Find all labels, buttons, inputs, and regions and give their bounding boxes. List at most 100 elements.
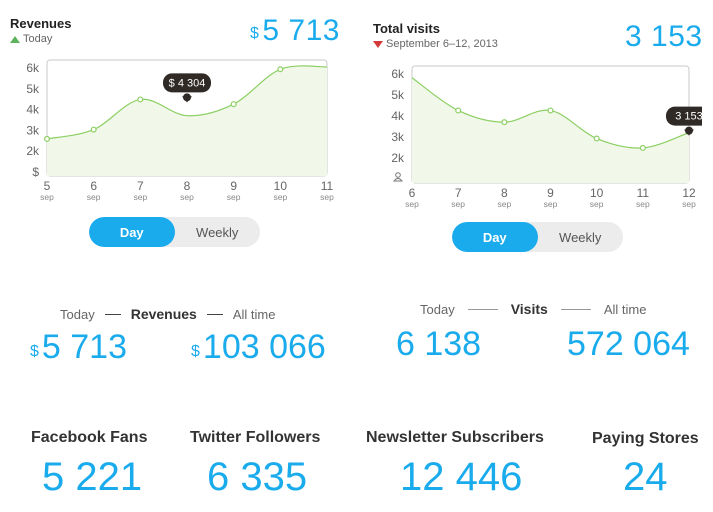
alltime-label: All time — [603, 301, 647, 317]
revenues-period-toggle[interactable]: Day Weekly — [89, 217, 260, 247]
revenues-alltime-number: 103 066 — [202, 328, 326, 366]
x-tick-month: sep — [133, 192, 147, 202]
visits-today-value: 6 138 — [396, 325, 482, 363]
data-point — [137, 96, 144, 103]
revenues-total-value: 5 713 — [262, 14, 340, 47]
revenues-subtitle: Today — [10, 33, 52, 45]
visits-subtitle-text: September 6–12, 2013 — [386, 38, 498, 50]
newsletter-subscribers-value: 12 446 — [400, 455, 523, 499]
x-tick-day: 6 — [409, 186, 416, 200]
data-point — [501, 119, 508, 126]
divider — [560, 308, 591, 310]
tooltip-label: 3 153 — [675, 111, 702, 123]
revenues-today-value: $5 713 — [30, 328, 127, 367]
facebook-fans-label: Facebook Fans — [31, 429, 148, 446]
y-tick-label: 3k — [391, 130, 405, 144]
x-tick-month: sep — [405, 199, 419, 209]
currency-symbol: $ — [250, 25, 260, 42]
alltime-label: All time — [232, 306, 276, 322]
x-tick-month: sep — [180, 192, 194, 202]
data-point — [277, 66, 284, 73]
x-tick-day: 9 — [230, 179, 237, 193]
x-tick-month: sep — [87, 192, 101, 202]
x-tick-day: 8 — [501, 186, 508, 200]
revenues-chart[interactable]: 6k5k4k3k2k$5sep6sep7sep8sep9sep10sep11se… — [0, 52, 340, 212]
newsletter-subscribers-label: Newsletter Subscribers — [366, 429, 544, 446]
data-point — [455, 107, 462, 114]
x-tick-month: sep — [227, 192, 241, 202]
x-tick-day: 9 — [547, 186, 554, 200]
visits-alltime-value: 572 064 — [567, 325, 690, 363]
x-tick-day: 12 — [682, 186, 696, 200]
revenues-alltime-value: $103 066 — [191, 328, 326, 367]
x-tick-day: 6 — [90, 179, 97, 193]
up-arrow-icon — [10, 35, 20, 43]
tooltip-label: $ 4 304 — [169, 77, 206, 89]
y-tick-label: 2k — [391, 151, 405, 165]
currency-symbol: $ — [191, 343, 200, 360]
twitter-followers-value: 6 335 — [207, 455, 308, 499]
revenues-summary-header: Today Revenues All time — [60, 306, 275, 322]
visits-summary-title: Visits — [510, 301, 548, 317]
revenues-title: Revenues — [10, 16, 72, 31]
y-tick-label: 4k — [26, 103, 40, 117]
day-toggle-button[interactable]: Day — [452, 222, 538, 252]
divider — [206, 313, 223, 315]
visits-summary-header: Today Visits All time — [420, 301, 646, 317]
x-tick-day: 7 — [137, 179, 144, 193]
person-icon-body — [392, 178, 404, 182]
data-point — [43, 135, 50, 142]
y-tick-label: 5k — [26, 82, 40, 96]
revenues-today-number: 5 713 — [41, 328, 127, 366]
person-icon-head — [395, 172, 401, 178]
x-tick-day: 11 — [637, 186, 650, 200]
revenues-summary-title: Revenues — [130, 306, 197, 322]
y-tick-label: 4k — [391, 109, 405, 123]
facebook-fans-value: 5 221 — [42, 455, 143, 499]
revenues-total: $5 713 — [250, 14, 340, 48]
visits-period-toggle[interactable]: Day Weekly — [452, 222, 623, 252]
y-tick-label: 5k — [391, 88, 405, 102]
day-toggle-button[interactable]: Day — [89, 217, 175, 247]
weekly-toggle-button[interactable]: Weekly — [538, 222, 624, 252]
x-tick-month: sep — [590, 199, 604, 209]
y-tick-label: $ — [32, 165, 39, 179]
paying-stores-label: Paying Stores — [592, 430, 699, 447]
x-tick-month: sep — [40, 192, 54, 202]
x-tick-day: 11 — [321, 179, 334, 193]
weekly-toggle-button[interactable]: Weekly — [175, 217, 261, 247]
data-point — [639, 144, 646, 151]
x-tick-day: 10 — [590, 186, 604, 200]
visits-title: Total visits — [373, 21, 440, 36]
today-label: Today — [60, 306, 95, 322]
y-tick-label: 6k — [391, 67, 405, 81]
visits-total: 3 153 — [625, 20, 703, 53]
x-tick-month: sep — [682, 199, 696, 209]
x-tick-month: sep — [320, 192, 334, 202]
y-tick-label: 6k — [26, 61, 40, 75]
data-point — [547, 107, 554, 114]
data-point — [90, 126, 97, 133]
x-tick-month: sep — [451, 199, 465, 209]
data-point — [593, 135, 600, 142]
x-tick-month: sep — [544, 199, 558, 209]
y-tick-label: 3k — [26, 123, 40, 137]
down-arrow-icon — [373, 40, 383, 48]
revenues-subtitle-text: Today — [23, 33, 53, 45]
visits-chart[interactable]: 6k5k4k3k2k6sep7sep8sep9sep10sep11sep12se… — [362, 58, 702, 218]
x-tick-month: sep — [273, 192, 287, 202]
twitter-followers-label: Twitter Followers — [190, 429, 321, 446]
x-tick-day: 10 — [274, 179, 288, 193]
x-tick-day: 5 — [44, 179, 51, 193]
divider — [467, 308, 498, 310]
x-tick-day: 7 — [455, 186, 462, 200]
currency-symbol: $ — [30, 343, 39, 360]
x-tick-month: sep — [636, 199, 650, 209]
y-tick-label: 2k — [26, 144, 40, 158]
today-label: Today — [420, 301, 455, 317]
x-tick-day: 8 — [184, 179, 191, 193]
person-icon — [392, 172, 404, 182]
x-tick-month: sep — [497, 199, 511, 209]
highlight-marker — [183, 93, 191, 102]
highlight-marker — [685, 126, 693, 135]
